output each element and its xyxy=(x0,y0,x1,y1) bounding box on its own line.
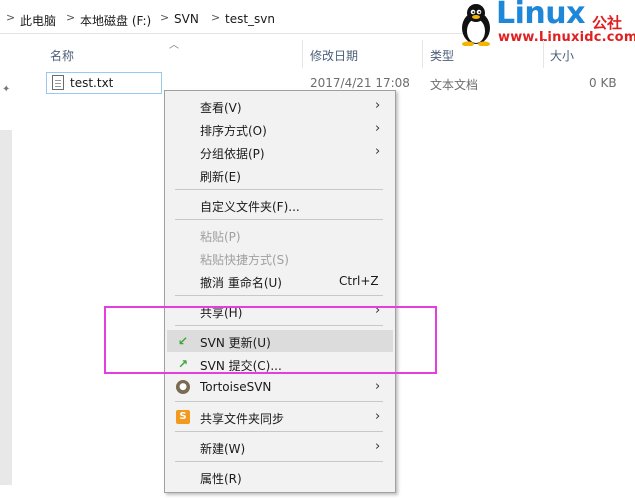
menu-item-label: 属性(R) xyxy=(200,472,242,486)
menu-separator xyxy=(175,189,383,190)
menu-item-new[interactable]: 新建(W) › xyxy=(167,436,393,458)
logo-title: Linux xyxy=(496,0,585,31)
menu-separator xyxy=(175,461,383,462)
menu-item-label: TortoiseSVN xyxy=(200,380,272,394)
menu-item-refresh[interactable]: 刷新(E) xyxy=(167,164,393,186)
menu-separator xyxy=(175,431,383,432)
context-menu: 查看(V) › 排序方式(O) › 分组依据(P) › 刷新(E) 自定义文件夹… xyxy=(164,90,396,493)
tortoisesvn-icon: ● xyxy=(176,380,190,394)
menu-item-label: 分组依据(P) xyxy=(200,147,265,161)
column-divider[interactable] xyxy=(422,40,423,68)
column-header-name[interactable]: 名称 xyxy=(50,47,74,64)
menu-item-label: 排序方式(O) xyxy=(200,124,267,138)
submenu-arrow-icon: › xyxy=(375,144,381,159)
annotation-highlight-box xyxy=(104,306,437,374)
menu-item-label: 共享文件夹同步 xyxy=(200,412,285,426)
menu-item-share-sync[interactable]: S 共享文件夹同步 › xyxy=(167,406,393,428)
column-header-type[interactable]: 类型 xyxy=(430,47,454,64)
menu-item-tortoisesvn[interactable]: ● TortoiseSVN › xyxy=(167,376,393,398)
pin-icon: ✦ xyxy=(2,84,11,95)
text-file-icon xyxy=(52,75,64,90)
menu-item-label: 撤消 重命名(U) xyxy=(200,276,282,290)
menu-item-shortcut: Ctrl+Z xyxy=(339,274,379,288)
nav-scrollbar[interactable] xyxy=(0,130,12,485)
menu-item-label: 自定义文件夹(F)... xyxy=(200,200,300,214)
menu-separator xyxy=(175,401,383,402)
breadcrumb-separator[interactable]: > xyxy=(66,11,75,24)
menu-item-customize-folder[interactable]: 自定义文件夹(F)... xyxy=(167,194,393,216)
sort-ascending-icon: ︿ xyxy=(169,40,179,51)
menu-item-label: 刷新(E) xyxy=(200,170,241,184)
breadcrumb-item-this-pc[interactable]: 此电脑 xyxy=(20,12,56,29)
breadcrumb-item-svn[interactable]: SVN xyxy=(174,12,199,26)
logo-url: www.Linuxidc.com xyxy=(498,30,635,45)
menu-item-properties[interactable]: 属性(R) xyxy=(167,466,393,488)
file-type: 文本文档 xyxy=(430,78,479,92)
menu-item-paste[interactable]: 粘贴(P) xyxy=(167,224,393,246)
menu-item-view[interactable]: 查看(V) › xyxy=(167,95,393,117)
breadcrumb-item-drive[interactable]: 本地磁盘 (F:) xyxy=(80,12,151,29)
navigation-pane[interactable]: ✦ xyxy=(0,40,14,498)
breadcrumb-separator[interactable]: > xyxy=(160,11,169,24)
column-header-size[interactable]: 大小 xyxy=(550,47,574,64)
menu-item-label: 查看(V) xyxy=(200,101,242,115)
submenu-arrow-icon: › xyxy=(375,409,381,424)
breadcrumb-item-test-svn[interactable]: test_svn xyxy=(225,12,275,26)
submenu-arrow-icon: › xyxy=(375,121,381,136)
file-modified: 2017/4/21 17:08 xyxy=(310,76,410,90)
column-divider[interactable] xyxy=(543,40,544,68)
submenu-arrow-icon: › xyxy=(375,98,381,113)
menu-item-group[interactable]: 分组依据(P) › xyxy=(167,141,393,163)
share-sync-icon: S xyxy=(176,410,190,424)
menu-item-label: 新建(W) xyxy=(200,442,246,456)
menu-item-undo-rename[interactable]: 撤消 重命名(U) Ctrl+Z xyxy=(167,270,393,292)
column-header-modified[interactable]: 修改日期 xyxy=(310,47,358,64)
menu-item-sort[interactable]: 排序方式(O) › xyxy=(167,118,393,140)
menu-separator xyxy=(175,295,383,296)
breadcrumb-separator: > xyxy=(6,11,16,24)
tux-penguin-icon xyxy=(462,4,490,46)
submenu-arrow-icon: › xyxy=(375,379,381,394)
breadcrumb-separator[interactable]: > xyxy=(211,11,220,24)
column-divider[interactable] xyxy=(302,40,303,68)
submenu-arrow-icon: › xyxy=(375,439,381,454)
menu-item-label: 粘贴快捷方式(S) xyxy=(200,253,289,267)
file-name[interactable]: test.txt xyxy=(70,76,113,90)
menu-item-label: 粘贴(P) xyxy=(200,230,241,244)
menu-item-paste-shortcut[interactable]: 粘贴快捷方式(S) xyxy=(167,247,393,269)
file-size: 0 KB xyxy=(589,76,617,90)
menu-separator xyxy=(175,219,383,220)
